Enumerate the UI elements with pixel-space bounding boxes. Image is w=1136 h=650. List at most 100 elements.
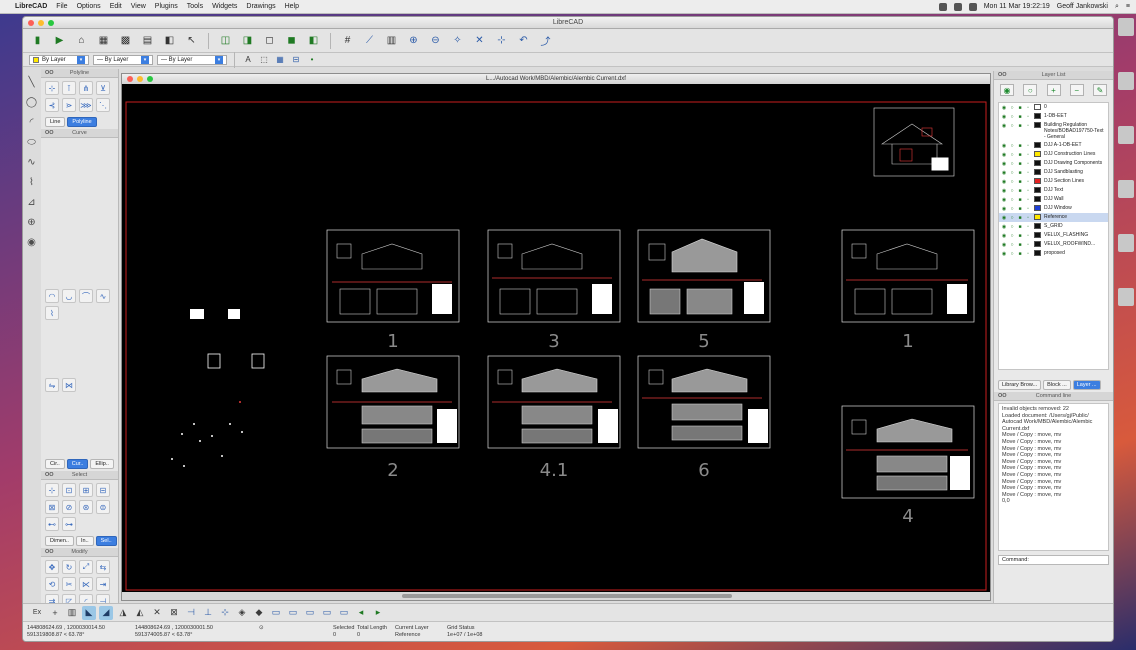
dock-block-list-icon[interactable]: ▭ bbox=[286, 606, 300, 620]
desktop-file-icon[interactable] bbox=[1118, 180, 1134, 198]
new-template-icon[interactable]: ▶ bbox=[51, 32, 68, 49]
trim-icon[interactable]: ✂ bbox=[62, 577, 76, 591]
menu-options[interactable]: Options bbox=[77, 3, 101, 10]
eye-icon[interactable]: ◉ bbox=[1001, 188, 1007, 194]
tab-library-browser[interactable]: Library Brow... bbox=[998, 380, 1042, 390]
layer-color-swatch[interactable] bbox=[1034, 113, 1041, 119]
lock-icon[interactable]: ■ bbox=[1017, 188, 1023, 194]
modify-tool-icon[interactable]: ◉ bbox=[27, 237, 36, 248]
tab-info[interactable]: In.. bbox=[75, 536, 94, 546]
lock-icon[interactable]: ■ bbox=[1017, 105, 1023, 111]
snap-grid-icon[interactable]: ▥ bbox=[65, 606, 79, 620]
eye-icon[interactable]: ◉ bbox=[1001, 233, 1007, 239]
layer-color-swatch[interactable] bbox=[1034, 160, 1041, 166]
zoom-previous-icon[interactable]: ↶ bbox=[515, 32, 532, 49]
restrict-horizontal-icon[interactable]: ⊣ bbox=[184, 606, 198, 620]
lengthen-icon[interactable]: ⇥ bbox=[96, 577, 110, 591]
print-icon[interactable]: ▫ bbox=[1025, 105, 1031, 111]
tab-ellipse[interactable]: Ellip.. bbox=[90, 459, 114, 469]
minimize-button[interactable] bbox=[38, 20, 44, 26]
mirror-icon[interactable]: ⇋ bbox=[45, 378, 59, 392]
eye-icon[interactable]: ◉ bbox=[1001, 197, 1007, 203]
dock-handle[interactable]: OO bbox=[45, 129, 54, 138]
layer-color-swatch[interactable] bbox=[1034, 169, 1041, 175]
copy-icon[interactable]: ◨ bbox=[239, 32, 256, 49]
deselect-icon[interactable]: ⊟ bbox=[96, 483, 110, 497]
freeze-icon[interactable]: ○ bbox=[1009, 188, 1015, 194]
dock-handle[interactable]: OO bbox=[998, 392, 1007, 401]
color-combo[interactable]: By Layer ▾ bbox=[29, 54, 89, 65]
dock-handle[interactable]: OO bbox=[45, 548, 54, 557]
freeze-icon[interactable]: ○ bbox=[1009, 197, 1015, 203]
print-icon[interactable]: ▫ bbox=[1025, 197, 1031, 203]
grid-icon[interactable]: # bbox=[339, 32, 356, 49]
snap-distance-icon[interactable]: ✕ bbox=[150, 606, 164, 620]
lock-icon[interactable]: ■ bbox=[1017, 233, 1023, 239]
dimension-aligned-icon[interactable]: ⊶ bbox=[62, 517, 76, 531]
hatch-tool-icon[interactable]: ⊕ bbox=[27, 217, 35, 228]
show-all-layers-icon[interactable]: ◉ bbox=[1000, 84, 1014, 96]
layer-row[interactable]: ◉ ○ ■ ▫ DJJ Text bbox=[999, 186, 1108, 195]
freeze-icon[interactable]: ○ bbox=[1009, 105, 1015, 111]
eye-icon[interactable]: ◉ bbox=[1001, 224, 1007, 230]
arc-tangent-icon[interactable]: ⌒ bbox=[79, 289, 93, 303]
open-folder-icon[interactable]: ⌂ bbox=[73, 32, 90, 49]
layer-color-swatch[interactable] bbox=[1034, 196, 1041, 202]
cut-icon[interactable]: ◫ bbox=[217, 32, 234, 49]
paste-icon[interactable]: ◻ bbox=[261, 32, 278, 49]
layer-row[interactable]: ◉ ○ ■ ▫ 0 bbox=[999, 103, 1108, 112]
freeze-icon[interactable]: ○ bbox=[1009, 114, 1015, 120]
print-icon[interactable]: ▫ bbox=[1025, 233, 1031, 239]
rotate-icon[interactable]: ↻ bbox=[62, 560, 76, 574]
polyline-segment-icon[interactable]: ⊻ bbox=[96, 81, 110, 95]
snap-endpoint-icon[interactable]: ◣ bbox=[82, 605, 96, 620]
dimension-tool-icon[interactable]: ⊿ bbox=[27, 197, 35, 208]
print-icon[interactable]: ▫ bbox=[1025, 215, 1031, 221]
layer-row[interactable]: ◉ ○ ■ ▫ DJJ A-1-DB-EET bbox=[999, 141, 1108, 150]
layer-color-swatch[interactable] bbox=[1034, 241, 1041, 247]
snap-intersection-icon[interactable]: ⊠ bbox=[167, 606, 181, 620]
lock-icon[interactable]: ■ bbox=[1017, 114, 1023, 120]
eye-icon[interactable]: ◉ bbox=[1001, 215, 1007, 221]
eye-icon[interactable]: ◉ bbox=[1001, 114, 1007, 120]
spline-tool-icon[interactable]: ∿ bbox=[27, 157, 35, 168]
command-input[interactable]: Command: bbox=[998, 555, 1109, 565]
select-all-icon[interactable]: ⊞ bbox=[79, 483, 93, 497]
print-icon[interactable]: ▫ bbox=[1025, 206, 1031, 212]
point-icon[interactable]: • bbox=[306, 54, 318, 66]
print-icon[interactable]: ▫ bbox=[1025, 161, 1031, 167]
zoom-pan-icon[interactable]: ⊹ bbox=[493, 32, 510, 49]
tab-line[interactable]: Line bbox=[45, 117, 66, 127]
dock-handle[interactable]: OO bbox=[45, 69, 54, 78]
eye-icon[interactable]: ◉ bbox=[1001, 105, 1007, 111]
lock-icon[interactable]: ■ bbox=[1017, 206, 1023, 212]
select-contour-icon[interactable]: ⊛ bbox=[79, 500, 93, 514]
select-pointer-icon[interactable]: ↖ bbox=[183, 32, 200, 49]
polyline-tool-icon[interactable]: ⌇ bbox=[29, 177, 34, 188]
undo-icon[interactable]: ◼ bbox=[283, 32, 300, 49]
invert-selection-icon[interactable]: ⊠ bbox=[45, 500, 59, 514]
layer-row[interactable]: ◉ ○ ■ ▫ Building Regulation Notes/BOBAD19775… bbox=[999, 121, 1108, 141]
layer-row[interactable]: ◉ ○ ■ ▫ S_GRID bbox=[999, 222, 1108, 231]
layer-row[interactable]: ◉ ○ ■ ▫ VELUX_FLASHING bbox=[999, 231, 1108, 240]
arc-3p-icon[interactable]: ◡ bbox=[62, 289, 76, 303]
trim-two-icon[interactable]: ⋉ bbox=[79, 577, 93, 591]
tab-circle[interactable]: Cir.. bbox=[45, 459, 65, 469]
menu-drawings[interactable]: Drawings bbox=[246, 3, 275, 10]
select-single-icon[interactable]: ⊹ bbox=[45, 483, 59, 497]
layer-row[interactable]: ◉ ○ ■ ▫ DJJ Window bbox=[999, 204, 1108, 213]
print-icon[interactable]: ▫ bbox=[1025, 114, 1031, 120]
new-file-icon[interactable]: ▮ bbox=[29, 32, 46, 49]
print-icon[interactable]: ▫ bbox=[1025, 179, 1031, 185]
menu-help[interactable]: Help bbox=[285, 3, 299, 10]
lock-icon[interactable]: ■ bbox=[1017, 197, 1023, 203]
drawing-minimize-button[interactable] bbox=[137, 76, 143, 82]
relative-zero-icon[interactable]: ◈ bbox=[235, 606, 249, 620]
hatch-icon[interactable]: ▦ bbox=[274, 54, 286, 66]
edit-layer-icon[interactable]: ✎ bbox=[1093, 84, 1107, 96]
eye-icon[interactable]: ◉ bbox=[1001, 179, 1007, 185]
drawing-close-button[interactable] bbox=[127, 76, 133, 82]
desktop-file-icon[interactable] bbox=[1118, 288, 1134, 306]
text-icon[interactable]: A bbox=[242, 54, 254, 66]
hide-all-layers-icon[interactable]: ○ bbox=[1023, 84, 1038, 96]
